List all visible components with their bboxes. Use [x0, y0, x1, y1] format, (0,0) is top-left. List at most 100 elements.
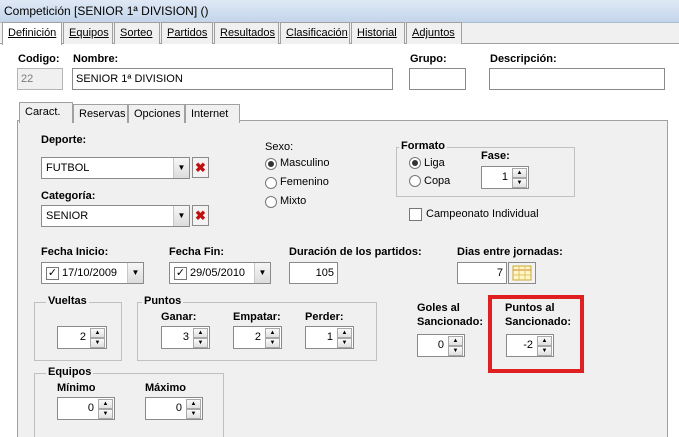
liga-label: Liga — [424, 157, 445, 169]
categoria-label: Categoría: — [41, 190, 96, 202]
dias-field[interactable]: 7 — [457, 262, 507, 284]
chevron-up-icon[interactable]: ▲ — [193, 328, 208, 338]
perder-label: Perder: — [305, 311, 344, 323]
fecha-fin-value: 29/05/2010 — [190, 267, 246, 279]
descripcion-field[interactable] — [489, 68, 665, 90]
ganar-stepper[interactable]: 3 ▲ ▼ — [161, 326, 210, 349]
fecha-fin-label: Fecha Fin: — [169, 246, 225, 258]
duracion-label: Duración de los partidos: — [289, 246, 422, 258]
vueltas-value: 2 — [79, 331, 86, 343]
radio-mixto[interactable] — [265, 196, 277, 208]
chevron-up-icon[interactable]: ▲ — [537, 336, 552, 346]
mixto-label: Mixto — [280, 195, 307, 207]
duracion-field[interactable]: 105 — [289, 262, 338, 284]
campeonato-checkbox[interactable] — [409, 208, 422, 221]
chevron-down-icon[interactable]: ▼ — [254, 263, 270, 283]
window-title: Competición [SENIOR 1ª DIVISION] () — [0, 0, 679, 23]
empatar-stepper[interactable]: 2 ▲ ▼ — [233, 326, 282, 349]
goles-sancionado-stepper[interactable]: 0 ▲ ▼ — [417, 334, 465, 357]
chevron-up-icon[interactable]: ▲ — [265, 328, 280, 338]
chevron-up-icon[interactable]: ▲ — [512, 168, 527, 178]
tab-resultados[interactable]: Resultados — [214, 22, 279, 44]
chevron-down-icon[interactable]: ▼ — [90, 338, 105, 348]
vueltas-stepper[interactable]: 2 ▲ ▼ — [57, 326, 107, 349]
ganar-value: 3 — [182, 331, 189, 343]
puntos-sancionado-label-line2: Sancionado: — [505, 316, 572, 328]
nombre-field[interactable]: SENIOR 1ª DIVISION — [72, 68, 393, 90]
grupo-label: Grupo: — [410, 53, 447, 65]
fecha-fin-picker[interactable]: ✓ 29/05/2010 ▼ — [169, 262, 271, 284]
categoria-combo[interactable]: SENIOR ▼ — [41, 205, 190, 227]
perder-value: 1 — [326, 331, 333, 343]
radio-masculino[interactable] — [265, 158, 277, 170]
clear-deporte-button[interactable]: ✖ — [192, 157, 209, 178]
perder-stepper[interactable]: 1 ▲ ▼ — [305, 326, 354, 349]
maximo-stepper[interactable]: 0 ▲ ▼ — [145, 397, 203, 420]
chevron-down-icon[interactable]: ▼ — [512, 178, 527, 188]
chevron-down-icon[interactable]: ▼ — [537, 346, 552, 356]
goles-sancionado-label-line1: Goles al — [417, 302, 460, 314]
tab-equipos[interactable]: Equipos — [63, 22, 113, 44]
chevron-up-icon[interactable]: ▲ — [337, 328, 352, 338]
fecha-inicio-picker[interactable]: ✓ 17/10/2009 ▼ — [41, 262, 144, 284]
chevron-down-icon[interactable]: ▼ — [173, 158, 189, 178]
tab-opciones[interactable]: Opciones — [128, 104, 185, 123]
tab-partidos[interactable]: Partidos — [161, 22, 213, 44]
chevron-up-icon[interactable]: ▲ — [448, 336, 463, 346]
chevron-down-icon[interactable]: ▼ — [186, 409, 201, 419]
calendar-icon — [512, 265, 532, 281]
goles-sancionado-label-line2: Sancionado: — [417, 316, 484, 328]
formato-label: Formato — [399, 140, 447, 152]
chevron-up-icon[interactable]: ▲ — [98, 399, 113, 409]
chevron-up-icon[interactable]: ▲ — [186, 399, 201, 409]
maximo-label: Máximo — [145, 382, 186, 394]
fecha-inicio-checkbox[interactable]: ✓ — [46, 267, 59, 280]
radio-liga[interactable] — [409, 157, 421, 169]
tab-clasificacion[interactable]: Clasificación — [280, 22, 350, 44]
dias-label: Dias entre jornadas: — [457, 246, 563, 258]
chevron-down-icon[interactable]: ▼ — [98, 409, 113, 419]
categoria-value: SENIOR — [46, 210, 89, 222]
tab-internet[interactable]: Internet — [185, 104, 240, 123]
tab-definicion[interactable]: Definición — [2, 22, 62, 45]
clear-categoria-button[interactable]: ✖ — [192, 205, 209, 226]
chevron-down-icon[interactable]: ▼ — [193, 338, 208, 348]
descripcion-label: Descripción: — [490, 53, 557, 65]
chevron-down-icon[interactable]: ▼ — [337, 338, 352, 348]
tab-historial[interactable]: Historial — [351, 22, 405, 44]
chevron-down-icon[interactable]: ▼ — [265, 338, 280, 348]
radio-copa[interactable] — [409, 175, 421, 187]
chevron-up-icon[interactable]: ▲ — [90, 328, 105, 338]
equipos-label: Equipos — [46, 366, 94, 378]
fase-value: 1 — [501, 171, 508, 183]
codigo-field[interactable]: 22 — [17, 68, 63, 90]
tab-adjuntos[interactable]: Adjuntos — [406, 22, 462, 44]
delete-icon: ✖ — [195, 208, 206, 223]
deporte-combo[interactable]: FUTBOL ▼ — [41, 157, 190, 179]
tab-caract[interactable]: Caract. — [19, 102, 73, 123]
puntos-sancionado-label-line1: Puntos al — [505, 302, 555, 314]
fase-label: Fase: — [481, 150, 510, 162]
campeonato-label: Campeonato Individual — [426, 208, 539, 220]
fecha-inicio-label: Fecha Inicio: — [41, 246, 109, 258]
chevron-down-icon[interactable]: ▼ — [173, 206, 189, 226]
chevron-down-icon[interactable]: ▼ — [448, 346, 463, 356]
chevron-down-icon[interactable]: ▼ — [127, 263, 143, 283]
fase-stepper[interactable]: 1 ▲ ▼ — [481, 166, 529, 189]
empatar-label: Empatar: — [233, 311, 281, 323]
grupo-field[interactable] — [409, 68, 466, 90]
tab-reservas[interactable]: Reservas — [73, 104, 128, 123]
fecha-fin-checkbox[interactable]: ✓ — [174, 267, 187, 280]
ganar-label: Ganar: — [161, 311, 197, 323]
radio-femenino[interactable] — [265, 177, 277, 189]
tab-sorteo[interactable]: Sorteo — [114, 22, 160, 44]
codigo-label: Codigo: — [18, 53, 60, 65]
minimo-stepper[interactable]: 0 ▲ ▼ — [57, 397, 115, 420]
minimo-label: Mínimo — [57, 382, 96, 394]
puntos-sancionado-stepper[interactable]: -2 ▲ ▼ — [506, 334, 554, 357]
delete-icon: ✖ — [195, 160, 206, 175]
masculino-label: Masculino — [280, 157, 330, 169]
calendar-button[interactable] — [508, 262, 536, 284]
puntos-sancionado-value: -2 — [523, 339, 533, 351]
vueltas-label: Vueltas — [46, 295, 89, 307]
